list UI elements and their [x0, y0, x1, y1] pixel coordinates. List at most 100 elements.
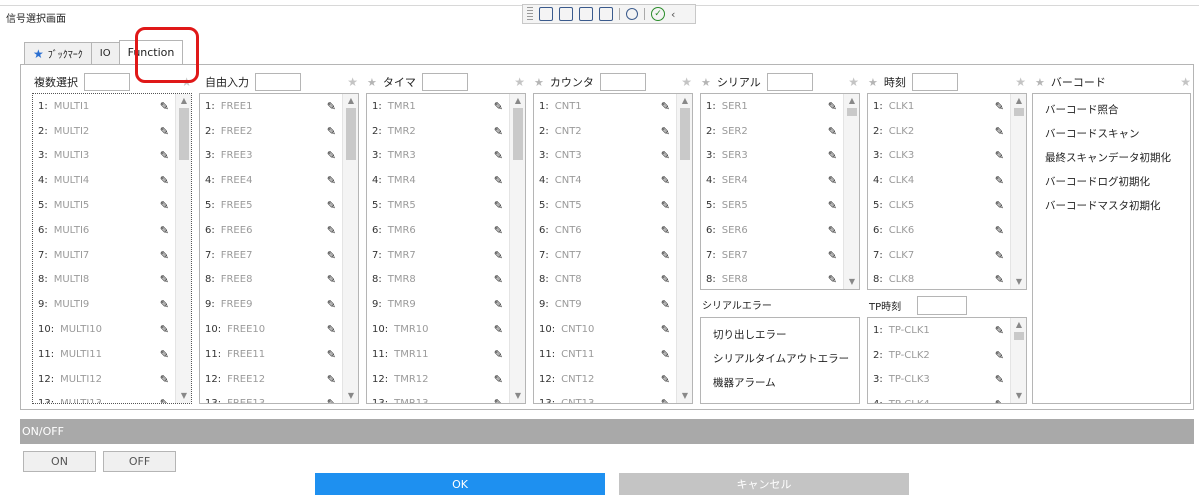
list-item[interactable]: 1: FREE1 ✎: [200, 94, 358, 119]
pencil-icon[interactable]: ✎: [828, 224, 837, 237]
list-item[interactable]: 3: CNT3 ✎: [534, 144, 692, 169]
pencil-icon[interactable]: ✎: [995, 224, 1004, 237]
pencil-icon[interactable]: ✎: [494, 224, 503, 237]
on-button[interactable]: ON: [23, 451, 96, 472]
list-item[interactable]: 11: TMR11 ✎: [367, 342, 525, 367]
star-icon[interactable]: ★: [868, 76, 878, 89]
list-item[interactable]: 9: CNT9 ✎: [534, 292, 692, 317]
toolbar-grip-icon[interactable]: [527, 7, 533, 21]
check-icon[interactable]: ✓: [651, 7, 665, 21]
list-item[interactable]: 13: TMR13 ✎: [367, 392, 525, 403]
pencil-icon[interactable]: ✎: [494, 174, 503, 187]
off-button[interactable]: OFF: [103, 451, 176, 472]
scroll-thumb[interactable]: [346, 108, 356, 160]
frame-icon[interactable]: [579, 7, 593, 21]
chevron-up-icon[interactable]: ▲: [176, 94, 191, 108]
list-item[interactable]: 4: MULTI4 ✎: [33, 168, 191, 193]
chevron-down-icon[interactable]: ▼: [343, 389, 358, 403]
list-item[interactable]: 12: MULTI12 ✎: [33, 367, 191, 392]
filter-input[interactable]: [255, 73, 301, 91]
list-item[interactable]: 11: FREE11 ✎: [200, 342, 358, 367]
list-item[interactable]: 7: SER7 ✎: [701, 243, 859, 268]
list-item[interactable]: 8: CLK8 ✎: [868, 268, 1026, 289]
list-item[interactable]: 12: FREE12 ✎: [200, 367, 358, 392]
pencil-icon[interactable]: ✎: [494, 149, 503, 162]
chevron-down-icon[interactable]: ▼: [1011, 389, 1026, 403]
pencil-icon[interactable]: ✎: [160, 199, 169, 212]
list-item[interactable]: 5: FREE5 ✎: [200, 193, 358, 218]
list-item[interactable]: 10: FREE10 ✎: [200, 317, 358, 342]
list-item[interactable]: 6: CNT6 ✎: [534, 218, 692, 243]
star-icon[interactable]: ★: [514, 75, 525, 89]
pencil-icon[interactable]: ✎: [661, 224, 670, 237]
pencil-icon[interactable]: ✎: [160, 373, 169, 386]
list-item[interactable]: 7: MULTI7 ✎: [33, 243, 191, 268]
scroll-thumb[interactable]: [847, 108, 857, 116]
filter-input[interactable]: [599, 73, 646, 91]
pencil-icon[interactable]: ✎: [327, 373, 336, 386]
pencil-icon[interactable]: ✎: [661, 149, 670, 162]
pencil-icon[interactable]: ✎: [661, 373, 670, 386]
pencil-icon[interactable]: ✎: [661, 348, 670, 361]
layout-icon[interactable]: [539, 7, 553, 21]
pencil-icon[interactable]: ✎: [160, 249, 169, 262]
pencil-icon[interactable]: ✎: [661, 298, 670, 311]
list-item[interactable]: 8: CNT8 ✎: [534, 268, 692, 293]
pencil-icon[interactable]: ✎: [828, 174, 837, 187]
list-item[interactable]: 1: SER1 ✎: [701, 94, 859, 119]
list-item[interactable]: 6: FREE6 ✎: [200, 218, 358, 243]
list-item[interactable]: 7: TMR7 ✎: [367, 243, 525, 268]
cancel-button[interactable]: キャンセル: [619, 473, 909, 495]
pencil-icon[interactable]: ✎: [494, 298, 503, 311]
list-item[interactable]: 3: FREE3 ✎: [200, 144, 358, 169]
pencil-icon[interactable]: ✎: [160, 125, 169, 138]
list-item[interactable]: 7: CNT7 ✎: [534, 243, 692, 268]
pencil-icon[interactable]: ✎: [995, 273, 1004, 286]
chevron-up-icon[interactable]: ▲: [343, 94, 358, 108]
list-item[interactable]: 4: SER4 ✎: [701, 168, 859, 193]
pencil-icon[interactable]: ✎: [661, 273, 670, 286]
list-item[interactable]: 9: FREE9 ✎: [200, 292, 358, 317]
list-item[interactable]: 1: TP-CLK1 ✎: [868, 318, 1026, 343]
pencil-icon[interactable]: ✎: [327, 149, 336, 162]
pencil-icon[interactable]: ✎: [160, 323, 169, 336]
pencil-icon[interactable]: ✎: [995, 324, 1004, 337]
pencil-icon[interactable]: ✎: [995, 349, 1004, 362]
list-item[interactable]: 3: CLK3 ✎: [868, 144, 1026, 169]
pencil-icon[interactable]: ✎: [661, 323, 670, 336]
star-icon[interactable]: ★: [1035, 76, 1045, 89]
pencil-icon[interactable]: ✎: [494, 348, 503, 361]
chevron-up-icon[interactable]: ▲: [677, 94, 692, 108]
pencil-icon[interactable]: ✎: [160, 174, 169, 187]
pencil-icon[interactable]: ✎: [661, 199, 670, 212]
pencil-icon[interactable]: ✎: [995, 149, 1004, 162]
list-item[interactable]: バーコードスキャン: [1033, 121, 1190, 145]
list-item[interactable]: 4: CNT4 ✎: [534, 168, 692, 193]
list-item[interactable]: 9: MULTI9 ✎: [33, 292, 191, 317]
list-item[interactable]: 4: TP-CLK4 ✎: [868, 392, 1026, 403]
pencil-icon[interactable]: ✎: [494, 249, 503, 262]
scrollbar[interactable]: ▲ ▼: [342, 94, 358, 403]
filter-input[interactable]: [911, 73, 958, 91]
scroll-thumb[interactable]: [513, 108, 523, 160]
chevron-down-icon[interactable]: ▼: [1011, 275, 1026, 289]
tab-bookmark[interactable]: ★ ﾌﾞｯｸﾏｰｸ: [24, 42, 92, 64]
list-item[interactable]: 11: CNT11 ✎: [534, 342, 692, 367]
pencil-icon[interactable]: ✎: [327, 125, 336, 138]
scrollbar[interactable]: ▲ ▼: [509, 94, 525, 403]
pencil-icon[interactable]: ✎: [995, 249, 1004, 262]
scroll-thumb[interactable]: [179, 108, 189, 160]
pencil-icon[interactable]: ✎: [327, 199, 336, 212]
ok-button[interactable]: OK: [315, 473, 605, 495]
list-item[interactable]: 8: SER8 ✎: [701, 268, 859, 289]
list-item[interactable]: 8: TMR8 ✎: [367, 268, 525, 293]
pencil-icon[interactable]: ✎: [327, 100, 336, 113]
list-item[interactable]: シリアルタイムアウトエラー: [701, 346, 859, 370]
pencil-icon[interactable]: ✎: [494, 373, 503, 386]
list-item[interactable]: 7: CLK7 ✎: [868, 243, 1026, 268]
chevron-up-icon[interactable]: ▲: [1011, 94, 1026, 108]
pencil-icon[interactable]: ✎: [494, 199, 503, 212]
list-item[interactable]: 10: MULTI10 ✎: [33, 317, 191, 342]
pencil-icon[interactable]: ✎: [494, 397, 503, 403]
list-item[interactable]: 8: MULTI8 ✎: [33, 268, 191, 293]
